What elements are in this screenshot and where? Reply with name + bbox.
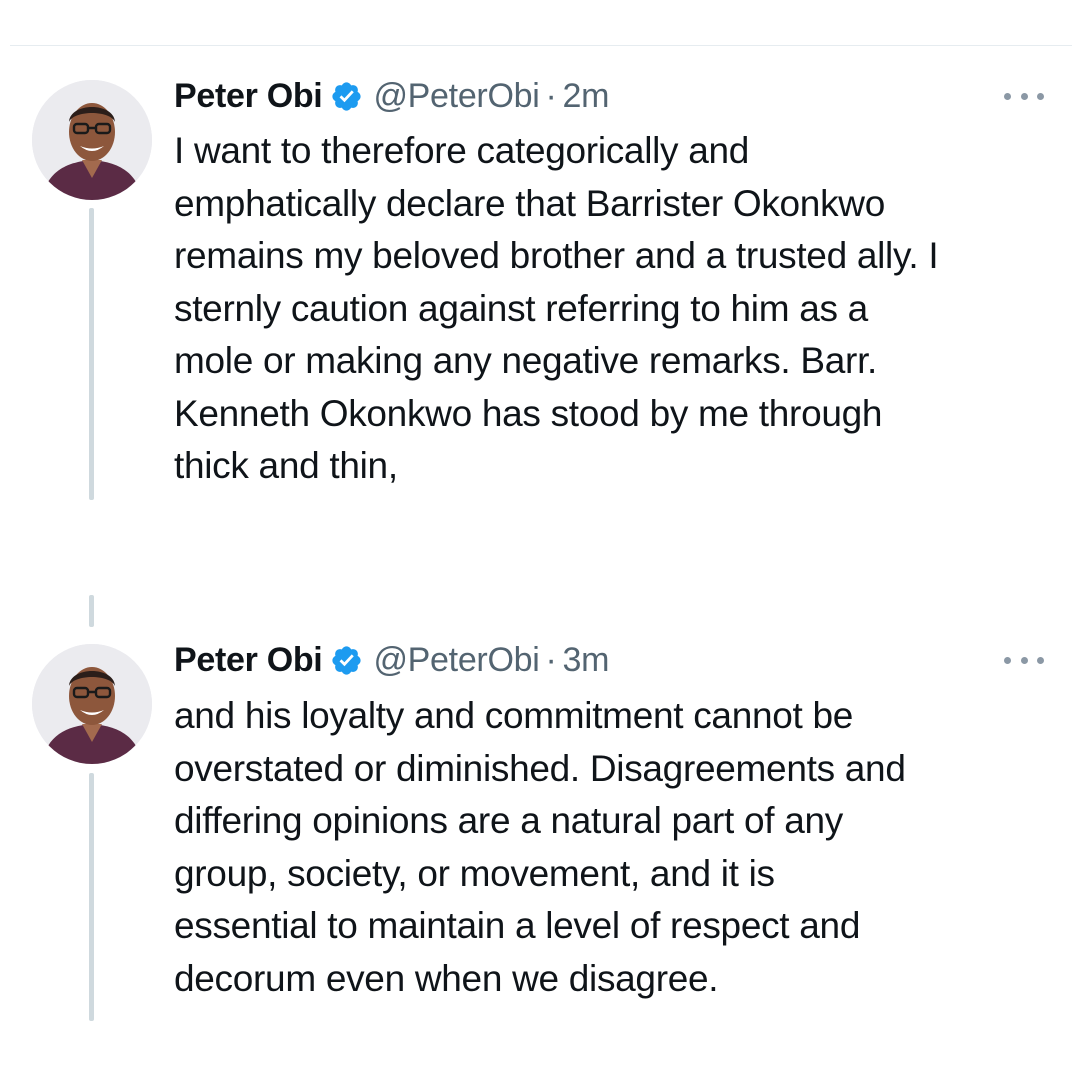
author-handle[interactable]: @PeterObi xyxy=(373,77,539,116)
top-divider xyxy=(10,45,1072,46)
separator-dot: · xyxy=(545,76,557,115)
avatar[interactable] xyxy=(32,80,152,200)
thread-line xyxy=(89,773,94,1021)
thread-line-connector xyxy=(89,595,94,627)
verified-badge-icon xyxy=(330,644,363,677)
tweet-text: I want to therefore categorically and em… xyxy=(174,130,939,486)
tweet-header: Peter Obi @PeterObi · 3m xyxy=(174,640,609,680)
author-handle[interactable]: @PeterObi xyxy=(373,641,539,680)
avatar[interactable] xyxy=(32,644,152,764)
author-name[interactable]: Peter Obi xyxy=(174,77,323,116)
tweet-header: Peter Obi @PeterObi · 2m xyxy=(174,76,609,116)
thread-line xyxy=(89,208,94,500)
verified-badge-icon xyxy=(330,80,363,113)
more-options-icon[interactable] xyxy=(1004,86,1044,106)
tweet-text: and his loyalty and commitment cannot be… xyxy=(174,695,906,999)
timestamp[interactable]: 2m xyxy=(563,77,610,116)
separator-dot: · xyxy=(545,640,557,679)
author-name[interactable]: Peter Obi xyxy=(174,641,323,680)
timestamp[interactable]: 3m xyxy=(563,641,610,680)
more-options-icon[interactable] xyxy=(1004,650,1044,670)
